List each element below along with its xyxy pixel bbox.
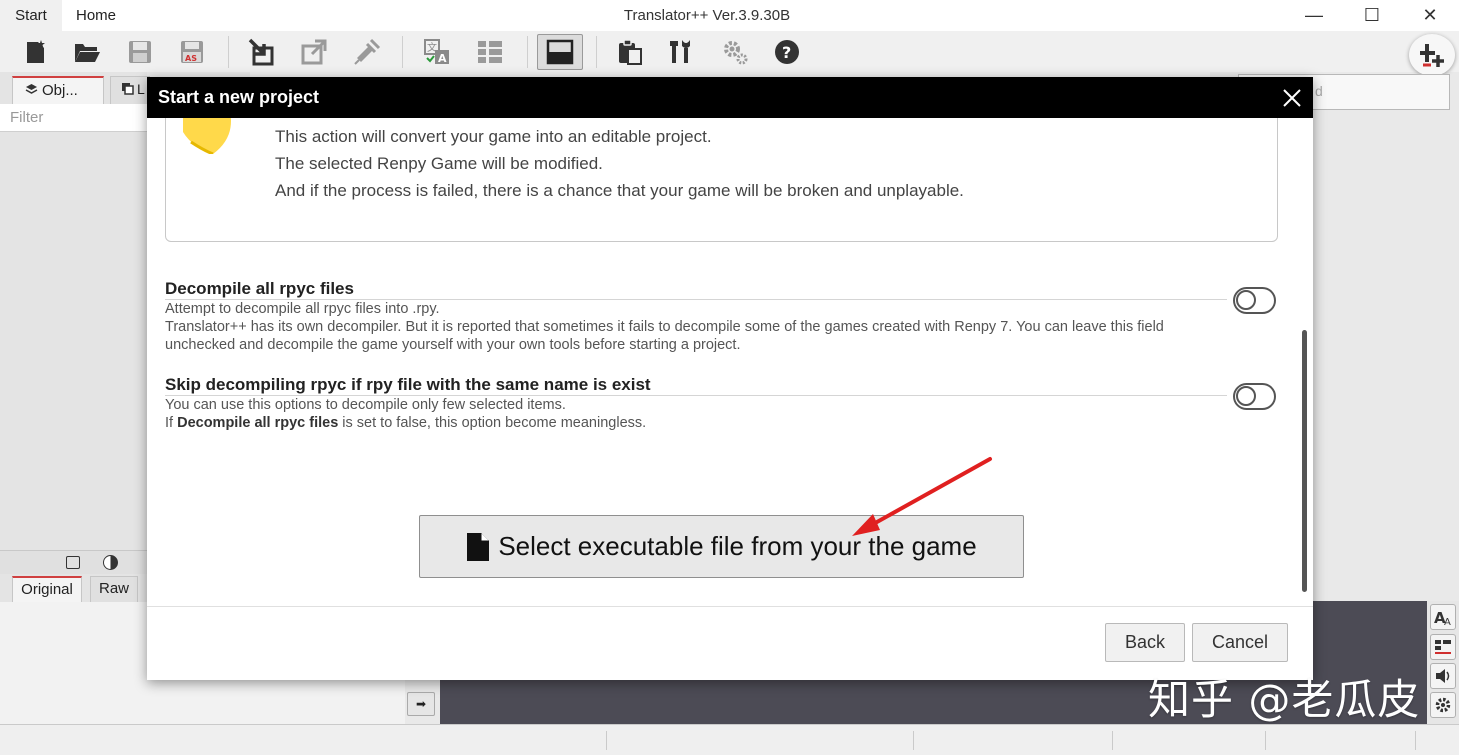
lower-toolbar <box>0 550 147 574</box>
svg-text:A: A <box>1444 617 1451 627</box>
save-icon[interactable] <box>125 37 155 67</box>
settings-icon[interactable] <box>720 37 750 67</box>
square-icon[interactable] <box>66 556 80 569</box>
copy-icon <box>121 78 134 103</box>
option-decompile-desc-2: Translator++ has its own decompiler. But… <box>165 319 1164 353</box>
inject-icon[interactable] <box>352 37 382 67</box>
maximize-button[interactable]: ☐ <box>1343 0 1401 31</box>
menu-home[interactable]: Home <box>62 0 130 31</box>
translate-icon[interactable]: 文A <box>422 37 452 67</box>
option-skip-desc-1: You can use this options to decompile on… <box>165 397 566 413</box>
gear-icon[interactable] <box>1430 692 1456 718</box>
option-decompile-desc-1: Attempt to decompile all rpyc files into… <box>165 301 440 317</box>
tools-icon[interactable] <box>667 37 697 67</box>
file-icon <box>466 532 490 562</box>
option-skip-desc-prefix: If <box>165 415 178 431</box>
scrollbar-thumb[interactable] <box>1302 330 1307 592</box>
svg-text:A: A <box>438 52 447 65</box>
tab-original[interactable]: Original <box>12 576 82 603</box>
window-title: Translator++ Ver.3.9.30B <box>623 7 791 24</box>
clipboard-icon[interactable] <box>615 37 645 67</box>
svg-text:AS: AS <box>185 54 197 63</box>
side-tool-strip: AA <box>1427 601 1459 724</box>
tab-raw[interactable]: Raw <box>90 576 138 603</box>
minimize-button[interactable]: — <box>1285 0 1343 31</box>
filter-input[interactable]: Filter <box>0 104 147 132</box>
open-folder-icon[interactable] <box>72 37 102 67</box>
import-icon[interactable] <box>247 37 277 67</box>
back-button[interactable]: Back <box>1105 623 1185 662</box>
menu-start[interactable]: Start <box>0 0 62 31</box>
option-skip-desc-2: If Decompile all rpyc files is set to fa… <box>165 414 1215 432</box>
close-icon <box>1283 89 1301 107</box>
decompile-toggle[interactable] <box>1233 287 1276 314</box>
option-skip-desc-bold: Decompile all rpyc files <box>177 415 339 431</box>
speaker-icon[interactable] <box>1430 663 1456 689</box>
option-decompile-desc: Attempt to decompile all rpyc files into… <box>165 300 1215 354</box>
option-skip-desc: You can use this options to decompile on… <box>165 396 1215 432</box>
dialog-footer: Back Cancel <box>147 606 1313 680</box>
tab-objects[interactable]: Obj... <box>12 76 104 104</box>
svg-text:?: ? <box>782 43 791 62</box>
title-bar: Start Home Translator++ Ver.3.9.30B — ☐ … <box>0 0 1459 31</box>
tab-second[interactable]: L <box>110 76 150 104</box>
save-as-icon[interactable]: AS <box>177 37 207 67</box>
warning-icon <box>183 118 263 156</box>
watermark-text: 知乎 @老瓜皮 <box>1148 675 1421 724</box>
align-icon[interactable] <box>1430 634 1456 660</box>
dialog-title: Start a new project <box>158 87 320 107</box>
tab-objects-label: Obj... <box>42 82 78 99</box>
select-executable-button[interactable]: Select executable file from your the gam… <box>419 515 1024 578</box>
warning-line-3: And if the process is failed, there is a… <box>275 181 964 200</box>
option-skip-desc-suffix: is set to false, this option become mean… <box>338 415 647 431</box>
warning-line-2: The selected Renpy Game will be modified… <box>275 154 603 173</box>
font-size-icon[interactable]: AA <box>1430 604 1456 630</box>
next-arrow-button[interactable]: ➡ <box>407 692 435 716</box>
tab-second-label: L <box>137 81 145 97</box>
add-tool-button[interactable] <box>1409 34 1455 76</box>
dialog-scrollbar[interactable] <box>1299 118 1309 606</box>
option-decompile-title: Decompile all rpyc files <box>165 279 354 298</box>
layers-icon <box>25 79 38 104</box>
dialog-body[interactable]: This action will convert your game into … <box>147 118 1313 606</box>
cancel-button[interactable]: Cancel <box>1192 623 1288 662</box>
search-field-text: d <box>1315 83 1323 99</box>
export-icon[interactable] <box>299 37 329 67</box>
object-panel: Obj... L Filter <box>0 72 150 550</box>
main-toolbar: AS 文A ? <box>0 31 1459 72</box>
status-bar <box>0 724 1459 755</box>
skip-decompile-toggle[interactable] <box>1233 383 1276 410</box>
select-executable-label: Select executable file from your the gam… <box>498 531 977 561</box>
new-project-dialog: Start a new project This action will con… <box>147 77 1313 680</box>
contrast-icon[interactable] <box>103 555 118 570</box>
warning-line-1: This action will convert your game into … <box>275 127 712 146</box>
help-icon[interactable]: ? <box>772 37 802 67</box>
option-skip-title: Skip decompiling rpyc if rpy file with t… <box>165 375 651 394</box>
list-view-icon[interactable] <box>475 37 505 67</box>
new-project-icon[interactable] <box>21 37 51 67</box>
window-close-button[interactable]: ✕ <box>1401 0 1459 31</box>
dialog-header: Start a new project <box>147 77 1313 118</box>
lower-tabs: Original Raw <box>0 574 147 603</box>
layout-icon[interactable] <box>545 37 575 67</box>
dialog-close-button[interactable] <box>1277 83 1307 113</box>
